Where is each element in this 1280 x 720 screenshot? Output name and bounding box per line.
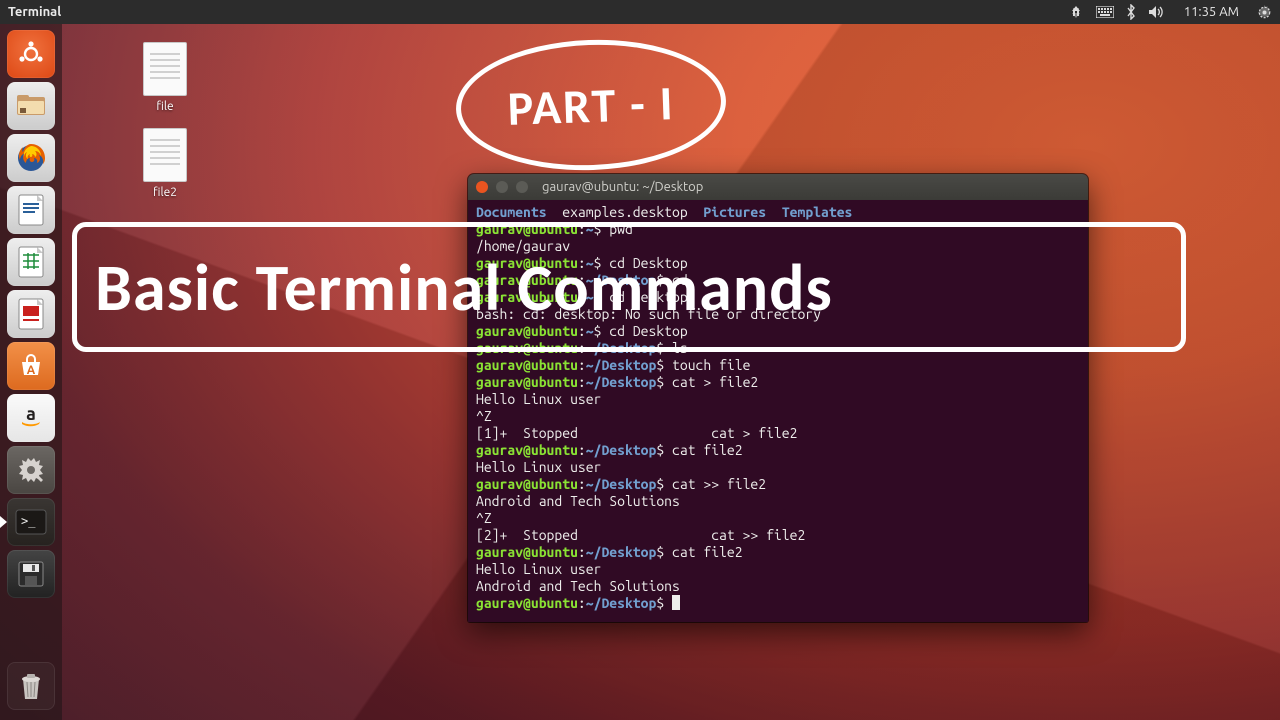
svg-text:>_: >_ xyxy=(21,514,36,528)
document-icon xyxy=(143,128,187,182)
launcher-terminal[interactable]: >_ xyxy=(7,498,55,546)
minimize-icon[interactable] xyxy=(496,181,508,193)
document-icon xyxy=(143,42,187,96)
launcher-libreoffice-calc[interactable] xyxy=(7,238,55,286)
svg-text:a: a xyxy=(26,404,36,424)
terminal-window[interactable]: gaurav@ubuntu: ~/Desktop Documents examp… xyxy=(468,174,1088,622)
svg-text:A: A xyxy=(27,364,36,377)
launcher-save-icon[interactable] xyxy=(7,550,55,598)
close-icon[interactable] xyxy=(476,181,488,193)
desktop-file-label: file xyxy=(130,100,200,113)
desktop-file-icon[interactable]: file xyxy=(130,42,200,113)
cursor-block xyxy=(672,595,680,610)
maximize-icon[interactable] xyxy=(516,181,528,193)
window-title: gaurav@ubuntu: ~/Desktop xyxy=(542,180,703,194)
launcher-settings[interactable] xyxy=(7,446,55,494)
network-icon[interactable] xyxy=(1068,5,1084,19)
keyboard-icon[interactable] xyxy=(1096,6,1114,18)
launcher-files[interactable] xyxy=(7,82,55,130)
desktop-file-icon[interactable]: file2 xyxy=(130,128,200,199)
bluetooth-icon[interactable] xyxy=(1126,4,1136,20)
gear-icon[interactable] xyxy=(1257,5,1272,20)
active-application-name: Terminal xyxy=(8,5,61,19)
launcher-dock: A a >_ xyxy=(0,24,62,720)
launcher-firefox[interactable] xyxy=(7,134,55,182)
launcher-libreoffice-writer[interactable] xyxy=(7,186,55,234)
terminal-body[interactable]: Documents examples.desktop Pictures Temp… xyxy=(468,200,1088,622)
top-menubar: Terminal 11:35 AM xyxy=(0,0,1280,24)
launcher-libreoffice-impress[interactable] xyxy=(7,290,55,338)
launcher-amazon[interactable]: a xyxy=(7,394,55,442)
launcher-software-center[interactable]: A xyxy=(7,342,55,390)
launcher-trash[interactable] xyxy=(7,662,55,710)
volume-icon[interactable] xyxy=(1148,5,1166,19)
window-titlebar[interactable]: gaurav@ubuntu: ~/Desktop xyxy=(468,174,1088,200)
clock[interactable]: 11:35 AM xyxy=(1184,5,1239,19)
desktop-file-label: file2 xyxy=(130,186,200,199)
launcher-dash[interactable] xyxy=(7,30,55,78)
